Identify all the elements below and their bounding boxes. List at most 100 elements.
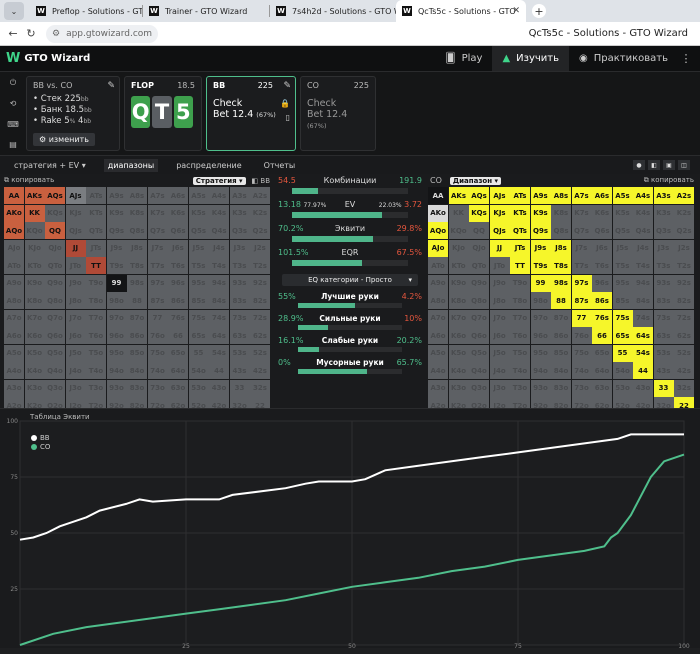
hand-cell[interactable]: JJ	[65, 239, 86, 257]
hand-cell[interactable]: A4s	[633, 187, 653, 204]
hand-cell[interactable]: 32s	[250, 379, 270, 397]
hand-cell[interactable]: A7s	[571, 187, 592, 204]
hand-cell[interactable]: 93s	[229, 274, 250, 292]
layout-icon[interactable]: ▤	[9, 140, 17, 149]
hand-cell[interactable]: KQs	[45, 204, 65, 222]
tab-reports[interactable]: Отчеты	[260, 159, 300, 172]
hand-cell[interactable]: 94s	[209, 274, 229, 292]
hand-cell[interactable]: T4s	[633, 257, 653, 274]
hand-cell[interactable]: 84s	[633, 292, 653, 309]
reload-icon[interactable]: ↻	[22, 27, 40, 40]
hand-cell[interactable]: JTo	[65, 257, 86, 274]
hand-cell[interactable]: 66	[592, 327, 612, 344]
hand-cell[interactable]: KK	[448, 204, 469, 222]
hand-cell[interactable]: 72s	[250, 309, 270, 327]
hand-cell[interactable]: J8s	[551, 239, 571, 257]
lock-icon[interactable]: 🔒	[280, 99, 290, 108]
action-check[interactable]: Check	[213, 98, 289, 109]
hand-cell[interactable]: J3o	[489, 379, 510, 397]
hand-cell[interactable]: A8s	[127, 187, 147, 204]
hand-cell[interactable]: 87o	[127, 309, 147, 327]
hand-cell[interactable]: K5o	[24, 344, 45, 362]
hand-cell[interactable]: 62s	[250, 327, 270, 344]
hand-cell[interactable]: J3o	[65, 379, 86, 397]
hand-cell[interactable]: AA	[428, 187, 448, 204]
hand-cell[interactable]: 83s	[653, 292, 674, 309]
bb-action-card[interactable]: BB 225 ✎ 🔒 ▯ Check Bet 12.4 (67%)	[206, 76, 296, 151]
hand-cell[interactable]: QJs	[489, 222, 510, 239]
hand-cell[interactable]: T4o	[86, 362, 106, 379]
co-action-card[interactable]: CO 225 Check Bet 12.4 (67%)	[300, 76, 376, 151]
hand-cell[interactable]: T2s	[674, 257, 694, 274]
hand-cell[interactable]: 82s	[250, 292, 270, 309]
hand-cell[interactable]: ATs	[510, 187, 530, 204]
hand-cell[interactable]: A9s	[106, 187, 127, 204]
hand-cell[interactable]: A8o	[4, 292, 24, 309]
flop-card[interactable]: FLOP 18.5 Q T 5	[124, 76, 202, 151]
hand-cell[interactable]: AQs	[469, 187, 489, 204]
hand-cell[interactable]: KQo	[448, 222, 469, 239]
hand-cell[interactable]: 72s	[674, 309, 694, 327]
hand-cell[interactable]: J5o	[489, 344, 510, 362]
hand-cell[interactable]: 96o	[530, 327, 551, 344]
hand-cell[interactable]: J4s	[209, 239, 229, 257]
hand-cell[interactable]: 64o	[592, 362, 612, 379]
range-dropdown[interactable]: Диапазон ▾	[449, 176, 501, 185]
hand-cell[interactable]: 77	[571, 309, 592, 327]
hand-cell[interactable]: K3s	[653, 204, 674, 222]
hand-cell[interactable]: AJo	[428, 239, 448, 257]
hand-cell[interactable]: 86s	[592, 292, 612, 309]
hand-cell[interactable]: 99	[530, 274, 551, 292]
hand-cell[interactable]: QQ	[45, 222, 65, 239]
hand-cell[interactable]: Q7s	[147, 222, 168, 239]
hand-cell[interactable]: K4s	[633, 204, 653, 222]
tab-distribution[interactable]: распределение	[172, 159, 245, 172]
hand-cell[interactable]: J2s	[674, 239, 694, 257]
hand-cell[interactable]: 96o	[106, 327, 127, 344]
hand-cell[interactable]: 94s	[633, 274, 653, 292]
copy-button[interactable]: ⧉ копировать	[4, 176, 54, 185]
browser-tab[interactable]: W 7s4h2d - Solutions - GTO W	[270, 0, 396, 22]
power-icon[interactable]: ⏻	[10, 78, 16, 88]
hand-cell[interactable]: 73s	[229, 309, 250, 327]
hand-cell[interactable]: JTs	[86, 239, 106, 257]
nav-study[interactable]: ▲ Изучить	[492, 46, 569, 71]
hand-cell[interactable]: K3o	[448, 379, 469, 397]
hand-cell[interactable]: A2s	[674, 187, 694, 204]
hand-cell[interactable]: 44	[633, 362, 653, 379]
hand-cell[interactable]: A9s	[530, 187, 551, 204]
browser-tab[interactable]: W Preflop - Solutions - GTO W	[30, 0, 142, 22]
hand-cell[interactable]: AKs	[448, 187, 469, 204]
hand-cell[interactable]: 43o	[209, 379, 229, 397]
hand-cell[interactable]: AQo	[428, 222, 448, 239]
hand-cell[interactable]: J7s	[571, 239, 592, 257]
hand-cell[interactable]: 94o	[530, 362, 551, 379]
gamepad-icon[interactable]: ⌨	[7, 120, 19, 129]
hand-cell[interactable]: Q9o	[469, 274, 489, 292]
hand-cell[interactable]: J4o	[65, 362, 86, 379]
hand-cell[interactable]: JTs	[510, 239, 530, 257]
hand-cell[interactable]: JTo	[489, 257, 510, 274]
hand-cell[interactable]: 84o	[127, 362, 147, 379]
hand-cell[interactable]: ATs	[86, 187, 106, 204]
hand-cell[interactable]: Q6s	[592, 222, 612, 239]
hand-cell[interactable]: 84o	[551, 362, 571, 379]
hand-cell[interactable]: 97s	[571, 274, 592, 292]
hand-cell[interactable]: ATo	[4, 257, 24, 274]
hand-cell[interactable]: QTo	[469, 257, 489, 274]
hand-cell[interactable]: 75s	[188, 309, 209, 327]
hand-cell[interactable]: T5s	[188, 257, 209, 274]
hand-cell[interactable]: K3s	[229, 204, 250, 222]
hand-cell[interactable]: 74o	[571, 362, 592, 379]
hand-cell[interactable]: T3o	[86, 379, 106, 397]
hand-cell[interactable]: J7s	[147, 239, 168, 257]
hand-cell[interactable]: T6o	[510, 327, 530, 344]
hand-cell[interactable]: A9o	[428, 274, 448, 292]
new-tab-button[interactable]: +	[532, 4, 546, 18]
hand-cell[interactable]: 75o	[147, 344, 168, 362]
hand-cell[interactable]: T9o	[86, 274, 106, 292]
hand-cell[interactable]: A3o	[4, 379, 24, 397]
hand-cell[interactable]: 76o	[147, 327, 168, 344]
hand-cell[interactable]: 75s	[612, 309, 633, 327]
hand-cell[interactable]: AJs	[489, 187, 510, 204]
